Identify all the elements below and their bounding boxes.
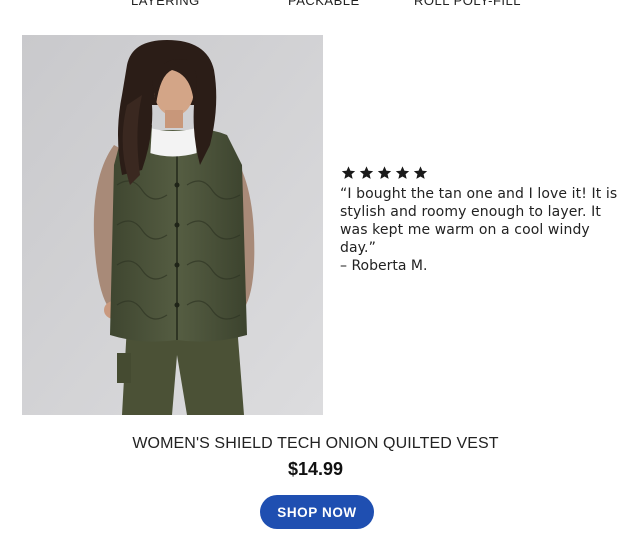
feature-packable: PACKABLE (288, 0, 360, 8)
star-rating (340, 165, 625, 181)
product-image[interactable] (22, 35, 323, 415)
product-title[interactable]: WOMEN'S SHIELD TECH ONION QUILTED VEST (0, 435, 631, 453)
feature-roll-poly-fill: ROLL POLY-FILL (414, 0, 521, 8)
star-icon (377, 166, 392, 179)
model-wearing-vest-image (22, 35, 323, 415)
star-icon (341, 166, 356, 179)
review-author: – Roberta M. (340, 258, 428, 274)
customer-review: “I bought the tan one and I love it! It … (340, 165, 625, 275)
star-icon (395, 166, 410, 179)
product-price: $14.99 (287, 459, 344, 479)
feature-labels: LAYERING PACKABLE ROLL POLY-FILL (0, 0, 631, 9)
star-icon (413, 166, 428, 179)
review-quote: “I bought the tan one and I love it! It … (340, 186, 618, 256)
shop-now-button[interactable]: SHOP NOW (260, 495, 374, 529)
feature-layering: LAYERING (131, 0, 200, 8)
star-icon (359, 166, 374, 179)
